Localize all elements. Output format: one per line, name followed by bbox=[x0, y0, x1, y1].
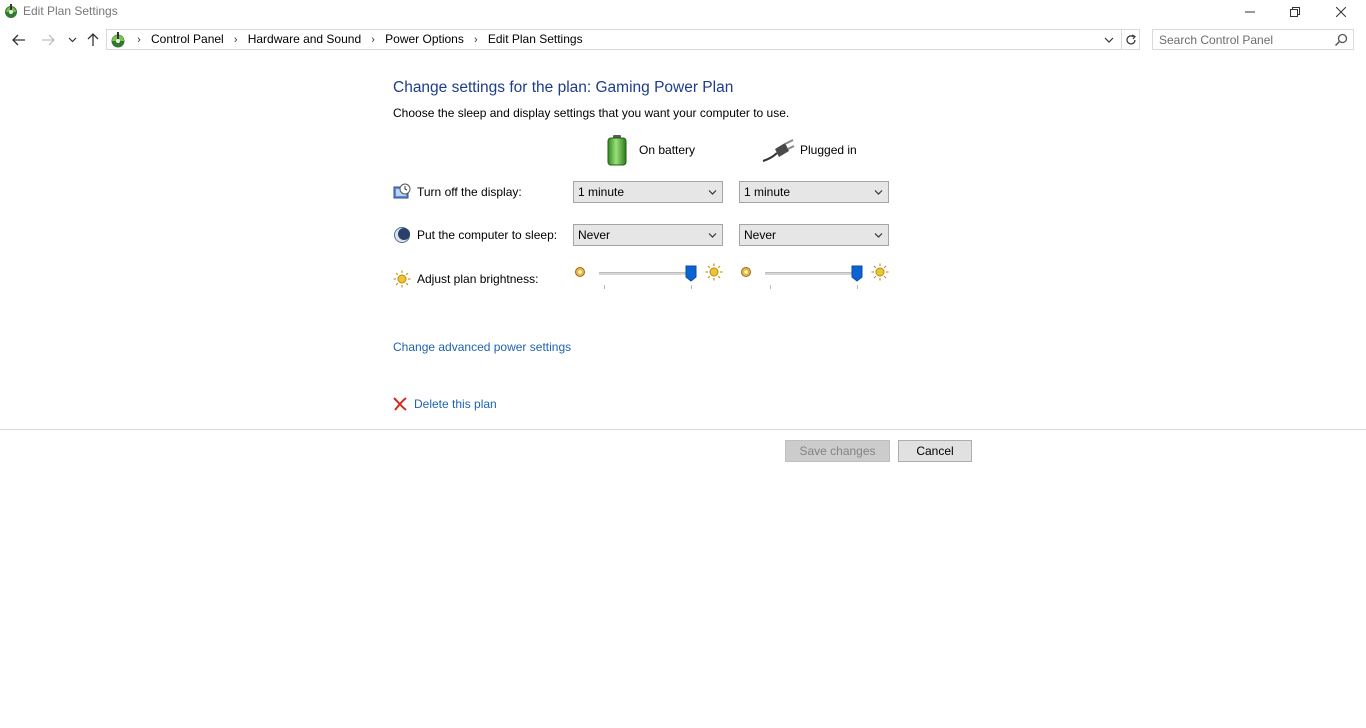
back-arrow-icon bbox=[12, 34, 25, 46]
display-timeout-label: Turn off the display: bbox=[417, 185, 522, 199]
slider-tick bbox=[604, 285, 605, 289]
minimize-button[interactable] bbox=[1227, 0, 1273, 24]
refresh-icon bbox=[1126, 33, 1136, 44]
change-advanced-power-settings-link[interactable]: Change advanced power settings bbox=[393, 340, 571, 354]
divider bbox=[0, 429, 1366, 430]
title-bar: Edit Plan Settings bbox=[0, 0, 1366, 24]
chevron-down-icon bbox=[1104, 37, 1114, 43]
breadcrumb-edit-plan-settings[interactable]: Edit Plan Settings bbox=[484, 32, 587, 47]
chevron-down-icon bbox=[708, 233, 717, 238]
delete-x-icon bbox=[393, 397, 407, 411]
breadcrumb-control-panel[interactable]: Control Panel bbox=[147, 32, 228, 47]
close-button[interactable] bbox=[1318, 0, 1364, 24]
close-icon bbox=[1336, 7, 1346, 17]
brightness-low-icon bbox=[741, 267, 751, 277]
delete-plan-link[interactable]: Delete this plan bbox=[414, 397, 497, 411]
chevron-down-icon bbox=[874, 190, 883, 195]
address-bar[interactable]: › Control Panel › Hardware and Sound › P… bbox=[106, 29, 1140, 50]
slider-tick bbox=[857, 285, 858, 289]
breadcrumb-power-options[interactable]: Power Options bbox=[381, 32, 468, 47]
power-options-app-icon bbox=[5, 4, 17, 18]
search-input[interactable] bbox=[1159, 32, 1329, 47]
display-timeout-battery-value: 1 minute bbox=[578, 185, 625, 199]
cancel-button[interactable]: Cancel bbox=[898, 440, 972, 462]
search-icon[interactable] bbox=[1333, 32, 1349, 48]
column-plugged-in: Plugged in bbox=[800, 143, 857, 157]
sleep-timeout-plugged-value: Never bbox=[744, 228, 777, 242]
brightness-sun-icon bbox=[393, 270, 411, 288]
battery-icon bbox=[607, 135, 627, 166]
sleep-moon-icon bbox=[394, 227, 410, 243]
sleep-timeout-battery-value: Never bbox=[578, 228, 611, 242]
brightness-high-icon bbox=[871, 263, 889, 281]
page-title: Change settings for the plan: Gaming Pow… bbox=[393, 79, 734, 96]
forward-button[interactable] bbox=[38, 30, 58, 50]
slider-thumb[interactable] bbox=[685, 265, 697, 282]
plug-icon bbox=[762, 139, 795, 162]
chevron-down-icon bbox=[708, 190, 717, 195]
search-box[interactable] bbox=[1152, 29, 1354, 50]
up-arrow-icon bbox=[87, 33, 99, 46]
display-timeout-plugged-value: 1 minute bbox=[744, 185, 791, 199]
refresh-button[interactable] bbox=[1121, 30, 1140, 49]
chevron-down-icon bbox=[874, 233, 883, 238]
brightness-label: Adjust plan brightness: bbox=[417, 272, 539, 286]
breadcrumb-hardware-and-sound[interactable]: Hardware and Sound bbox=[244, 32, 365, 47]
minimize-icon bbox=[1245, 11, 1255, 13]
slider-track bbox=[599, 272, 691, 275]
page-subtitle: Choose the sleep and display settings th… bbox=[393, 106, 790, 120]
breadcrumb: › Control Panel › Hardware and Sound › P… bbox=[131, 32, 587, 47]
control-panel-icon bbox=[111, 32, 125, 48]
slider-thumb[interactable] bbox=[851, 265, 863, 282]
display-timer-icon bbox=[393, 183, 411, 199]
column-on-battery: On battery bbox=[639, 143, 696, 157]
breadcrumb-separator-icon: › bbox=[137, 33, 141, 46]
sleep-timeout-battery-select[interactable]: Never bbox=[573, 224, 723, 246]
breadcrumb-separator-icon[interactable]: › bbox=[468, 34, 484, 46]
up-button[interactable] bbox=[83, 30, 103, 50]
slider-tick bbox=[691, 285, 692, 289]
sleep-timeout-plugged-select[interactable]: Never bbox=[739, 224, 889, 246]
slider-track bbox=[765, 272, 857, 275]
restore-icon bbox=[1290, 7, 1300, 17]
brightness-plugged-slider[interactable] bbox=[739, 263, 889, 291]
breadcrumb-separator-icon[interactable]: › bbox=[365, 34, 381, 46]
sleep-timeout-label: Put the computer to sleep: bbox=[417, 228, 558, 242]
display-timeout-battery-select[interactable]: 1 minute bbox=[573, 181, 723, 203]
recent-locations-button[interactable] bbox=[62, 30, 82, 50]
slider-tick bbox=[770, 285, 771, 289]
breadcrumb-separator-icon[interactable]: › bbox=[228, 34, 244, 46]
brightness-low-icon bbox=[575, 267, 585, 277]
address-history-dropdown[interactable] bbox=[1100, 30, 1118, 49]
chevron-down-icon bbox=[68, 37, 76, 43]
back-button[interactable] bbox=[9, 30, 29, 50]
display-timeout-plugged-select[interactable]: 1 minute bbox=[739, 181, 889, 203]
window-title: Edit Plan Settings bbox=[23, 4, 118, 18]
brightness-battery-slider[interactable] bbox=[573, 263, 723, 291]
restore-button[interactable] bbox=[1272, 0, 1318, 24]
forward-arrow-icon bbox=[42, 34, 55, 46]
brightness-high-icon bbox=[705, 263, 723, 281]
save-changes-button[interactable]: Save changes bbox=[785, 440, 890, 462]
